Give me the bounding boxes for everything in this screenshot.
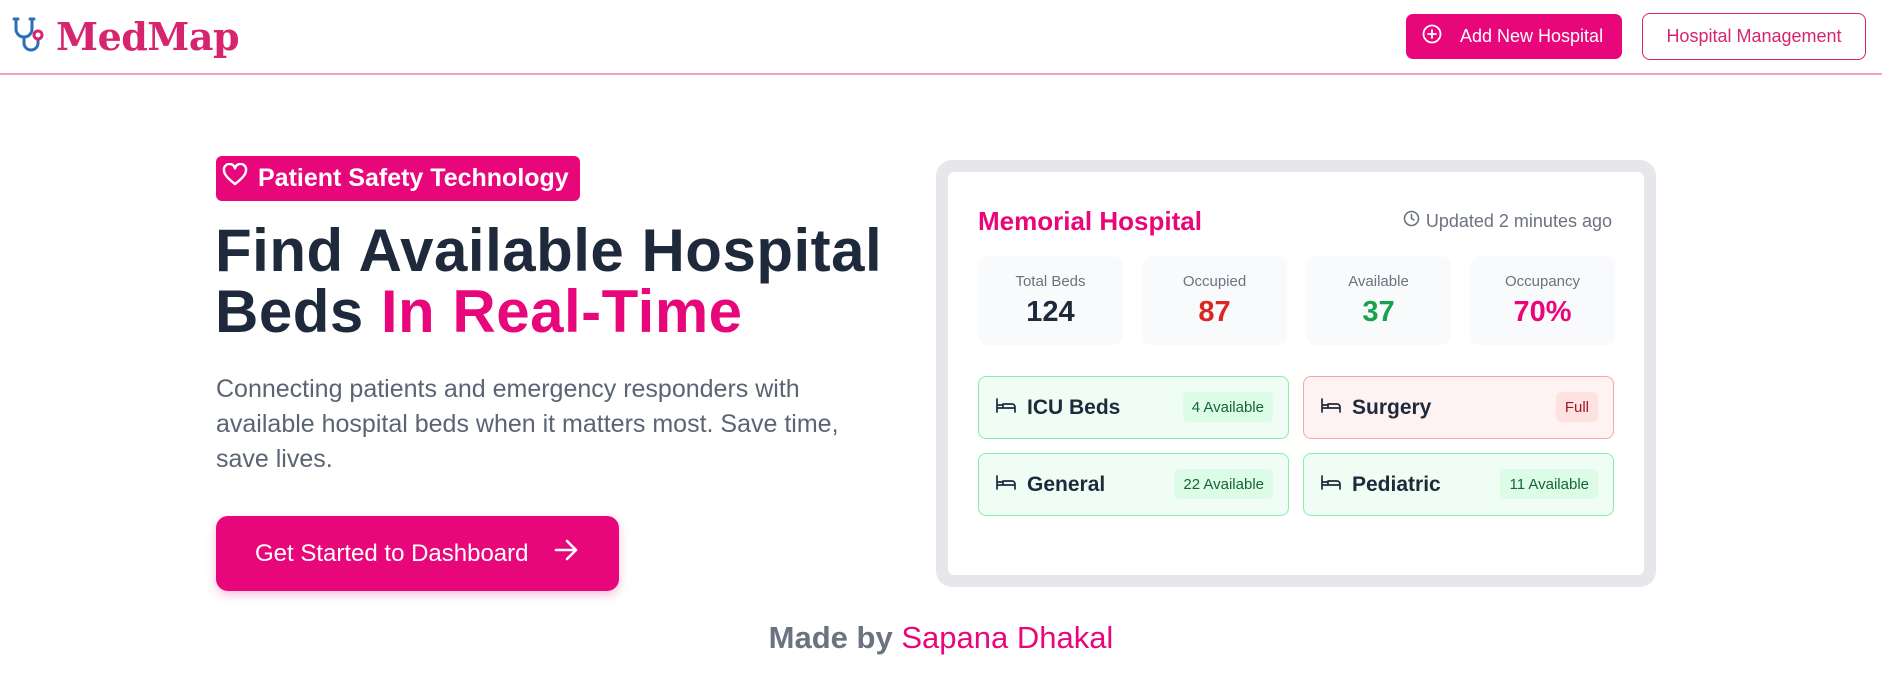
headline-accent: In Real-Time xyxy=(380,278,743,345)
clock-icon xyxy=(1403,210,1420,232)
bed-icon xyxy=(1320,473,1342,496)
bed-icon xyxy=(995,473,1017,496)
patient-safety-badge: Patient Safety Technology xyxy=(216,156,580,201)
stat-value: 124 xyxy=(1026,296,1075,328)
hospital-name: Memorial Hospital xyxy=(978,206,1202,236)
logo[interactable]: MedMap xyxy=(10,14,240,59)
badge-label: Patient Safety Technology xyxy=(258,164,569,192)
stat-occupancy: Occupancy 70% xyxy=(1470,256,1615,345)
updated-text: Updated 2 minutes ago xyxy=(1425,210,1612,231)
stat-label: Total Beds xyxy=(1015,273,1086,290)
stat-value: 37 xyxy=(1362,296,1395,328)
top-nav: MedMap Add New Hospital Hospital Managem… xyxy=(0,0,1882,75)
availability-badge: Full xyxy=(1555,392,1598,422)
headline-line1: Find Available Hospital xyxy=(215,217,883,284)
headline-line2-plain: Beds xyxy=(215,278,381,345)
logo-text: MedMap xyxy=(56,14,240,59)
ward-pediatric[interactable]: Pediatric 11 Available xyxy=(1303,453,1614,516)
plus-circle-icon xyxy=(1422,24,1442,49)
availability-badge: 4 Available xyxy=(1182,392,1273,422)
heart-icon xyxy=(222,162,248,194)
stat-value: 87 xyxy=(1198,296,1231,328)
hospital-management-button[interactable]: Hospital Management xyxy=(1642,13,1866,60)
stethoscope-icon xyxy=(10,15,50,59)
add-new-hospital-label: Add New Hospital xyxy=(1460,26,1604,46)
page-title: Find Available Hospital Beds In Real-Tim… xyxy=(215,220,915,342)
arrow-right-icon xyxy=(553,537,579,570)
made-by-credit: Made by Sapana Dhakal xyxy=(0,620,1882,656)
author-name[interactable]: Sapana Dhakal xyxy=(901,620,1113,655)
stat-label: Available xyxy=(1348,273,1409,290)
ward-icu[interactable]: ICU Beds 4 Available xyxy=(978,376,1289,439)
stat-total-beds: Total Beds 124 xyxy=(978,256,1123,345)
stat-occupied: Occupied 87 xyxy=(1142,256,1287,345)
stat-label: Occupied xyxy=(1182,273,1247,290)
ward-name: General xyxy=(1027,472,1106,496)
stat-label: Occupancy xyxy=(1504,273,1581,290)
ward-surgery[interactable]: Surgery Full xyxy=(1303,376,1614,439)
hero-description: Connecting patients and emergency respon… xyxy=(216,375,839,473)
made-by-label: Made by xyxy=(768,620,893,655)
add-new-hospital-button[interactable]: Add New Hospital xyxy=(1406,14,1622,59)
ward-name: ICU Beds xyxy=(1027,395,1121,419)
bed-icon xyxy=(1320,396,1342,419)
get-started-label: Get Started to Dashboard xyxy=(255,539,529,567)
ward-name: Pediatric xyxy=(1352,472,1441,496)
bed-icon xyxy=(995,396,1017,419)
hospital-management-label: Hospital Management xyxy=(1666,26,1842,46)
updated-status: Updated 2 minutes ago xyxy=(1403,210,1612,232)
hospital-card: Memorial Hospital Updated 2 minutes ago … xyxy=(948,172,1644,575)
stat-available: Available 37 xyxy=(1306,256,1451,345)
ward-name: Surgery xyxy=(1352,395,1432,419)
get-started-button[interactable]: Get Started to Dashboard xyxy=(216,516,619,591)
ward-general[interactable]: General 22 Available xyxy=(978,453,1289,516)
availability-badge: 11 Available xyxy=(1500,469,1598,499)
stat-value: 70% xyxy=(1513,296,1572,328)
availability-badge: 22 Available xyxy=(1174,469,1273,499)
